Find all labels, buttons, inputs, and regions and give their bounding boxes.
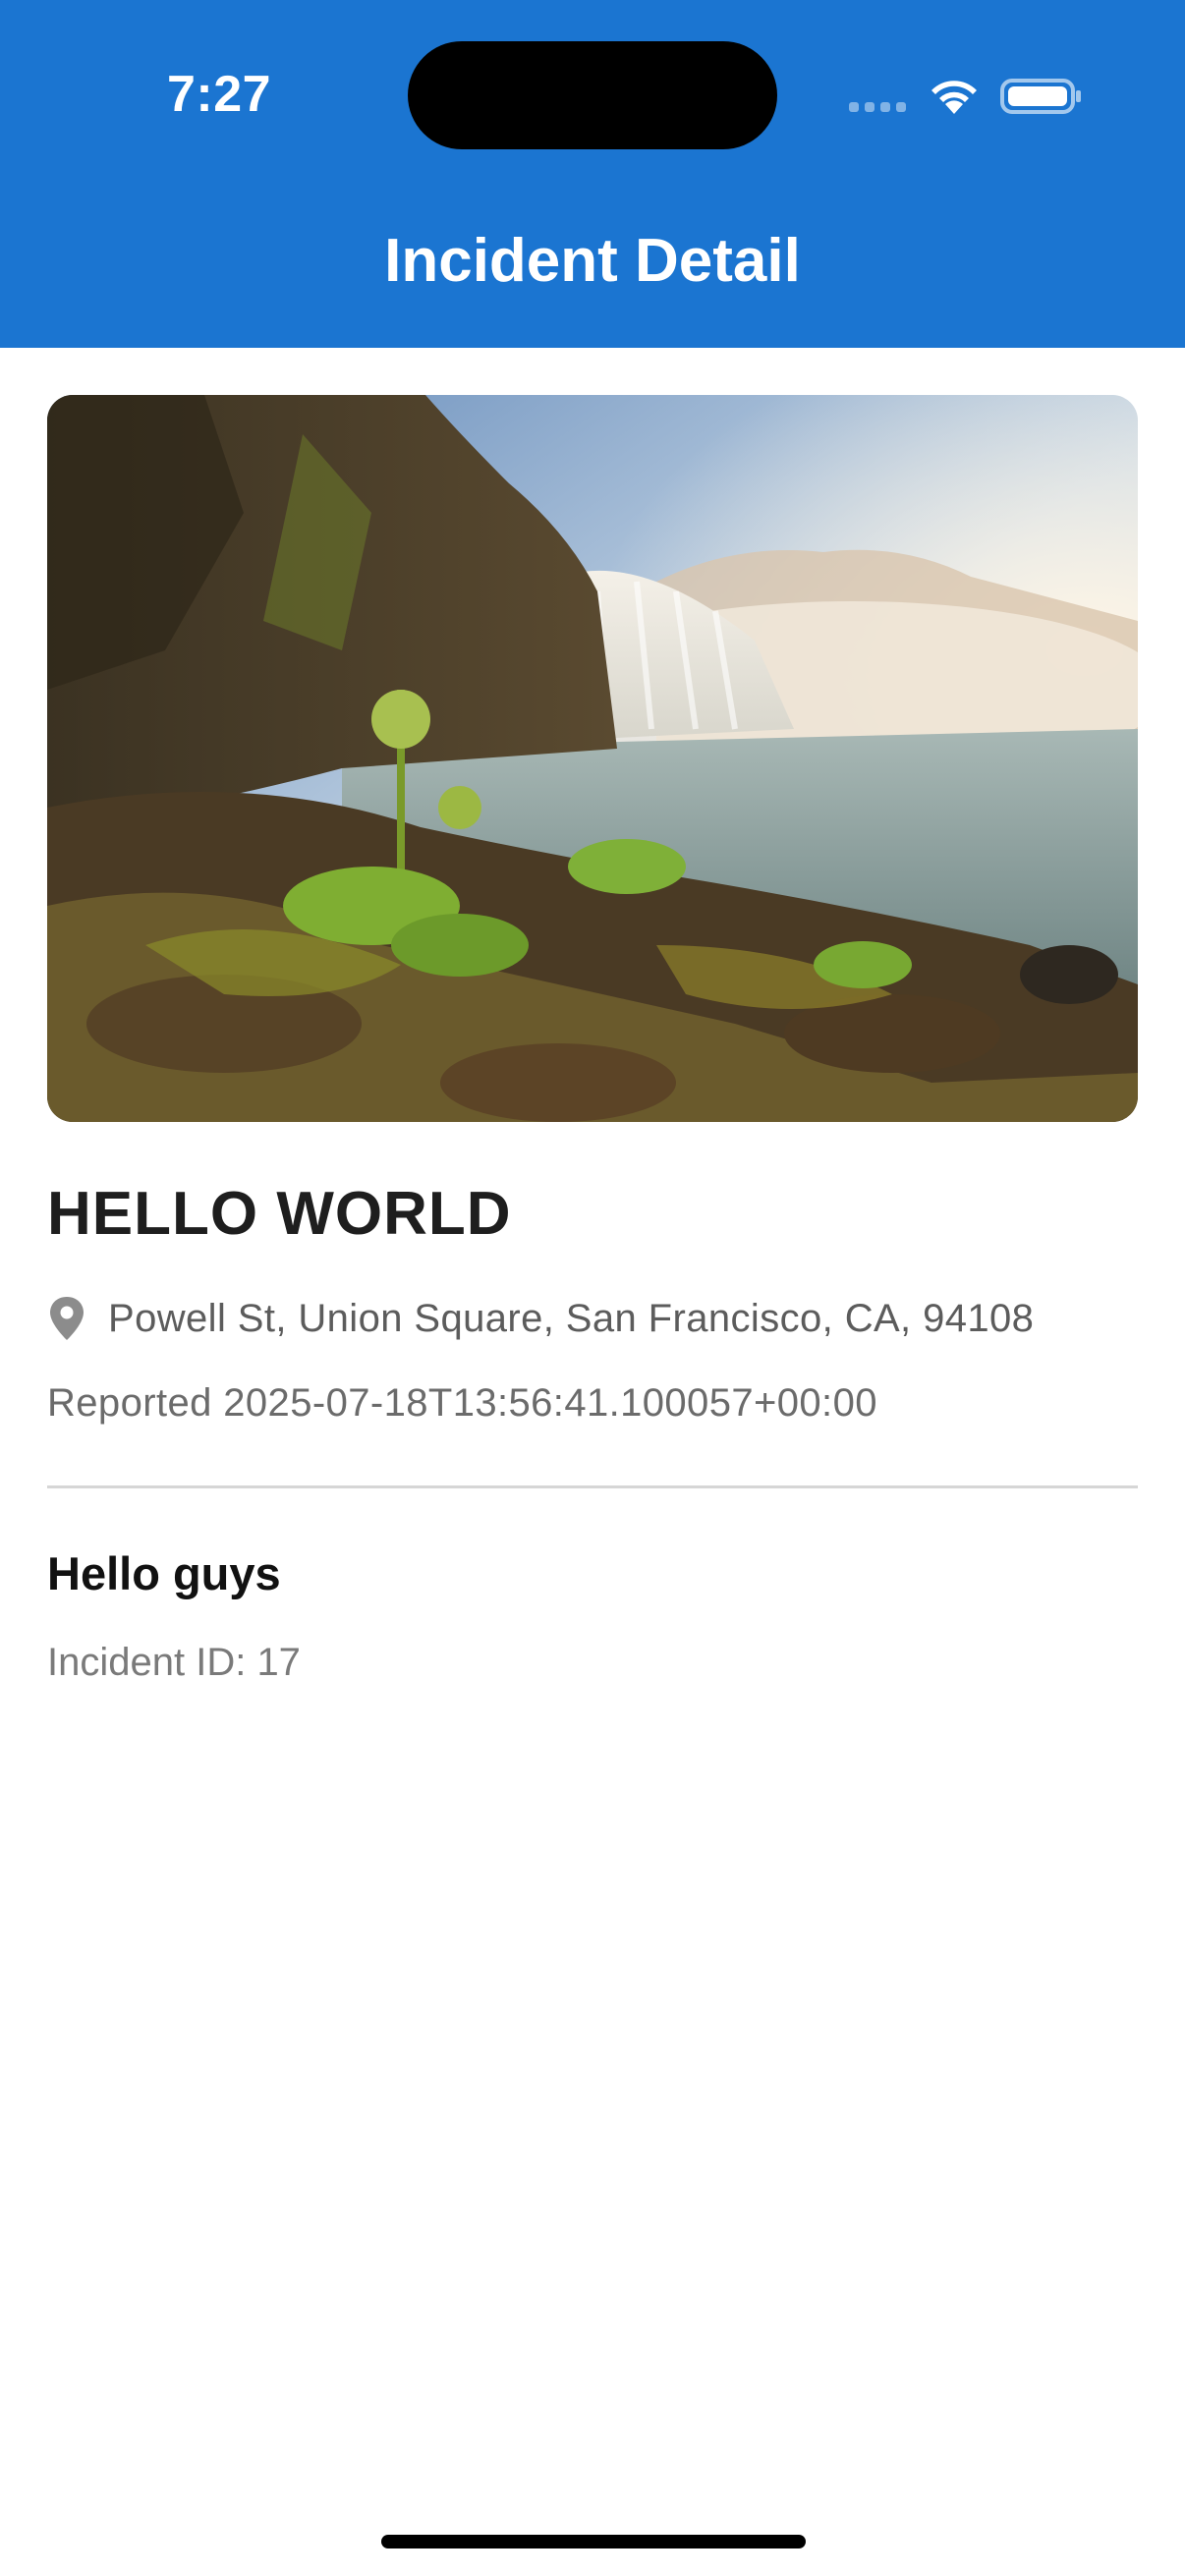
page-title: Incident Detail: [384, 227, 801, 295]
waterfall-photo: [47, 395, 1138, 1122]
incident-id: Incident ID: 17: [47, 1641, 301, 1684]
location-text: Powell St, Union Square, San Francisco, …: [108, 1296, 1035, 1340]
reported-timestamp: Reported 2025-07-18T13:56:41.100057+00:0…: [47, 1381, 877, 1425]
incident-photo: [47, 395, 1138, 1122]
app-header: 7:27 Incident Detail: [0, 0, 1185, 348]
dynamic-island: [408, 41, 777, 149]
incident-location: Powell St, Union Square, San Francisco, …: [47, 1295, 1034, 1342]
location-pin-icon: [50, 1297, 84, 1340]
wifi-icon: [931, 81, 977, 114]
incident-description: Hello guys: [47, 1547, 281, 1599]
home-indicator[interactable]: [381, 2535, 806, 2548]
incident-detail-screen: 7:27 Incident Detail HELLO WORLD Powell …: [0, 0, 1185, 2576]
divider: [47, 1485, 1138, 1488]
incident-title: HELLO WORLD: [47, 1180, 512, 1248]
battery-icon: [1000, 79, 1081, 114]
cellular-signal-icon: [849, 102, 906, 112]
status-bar-time: 7:27: [167, 66, 272, 123]
